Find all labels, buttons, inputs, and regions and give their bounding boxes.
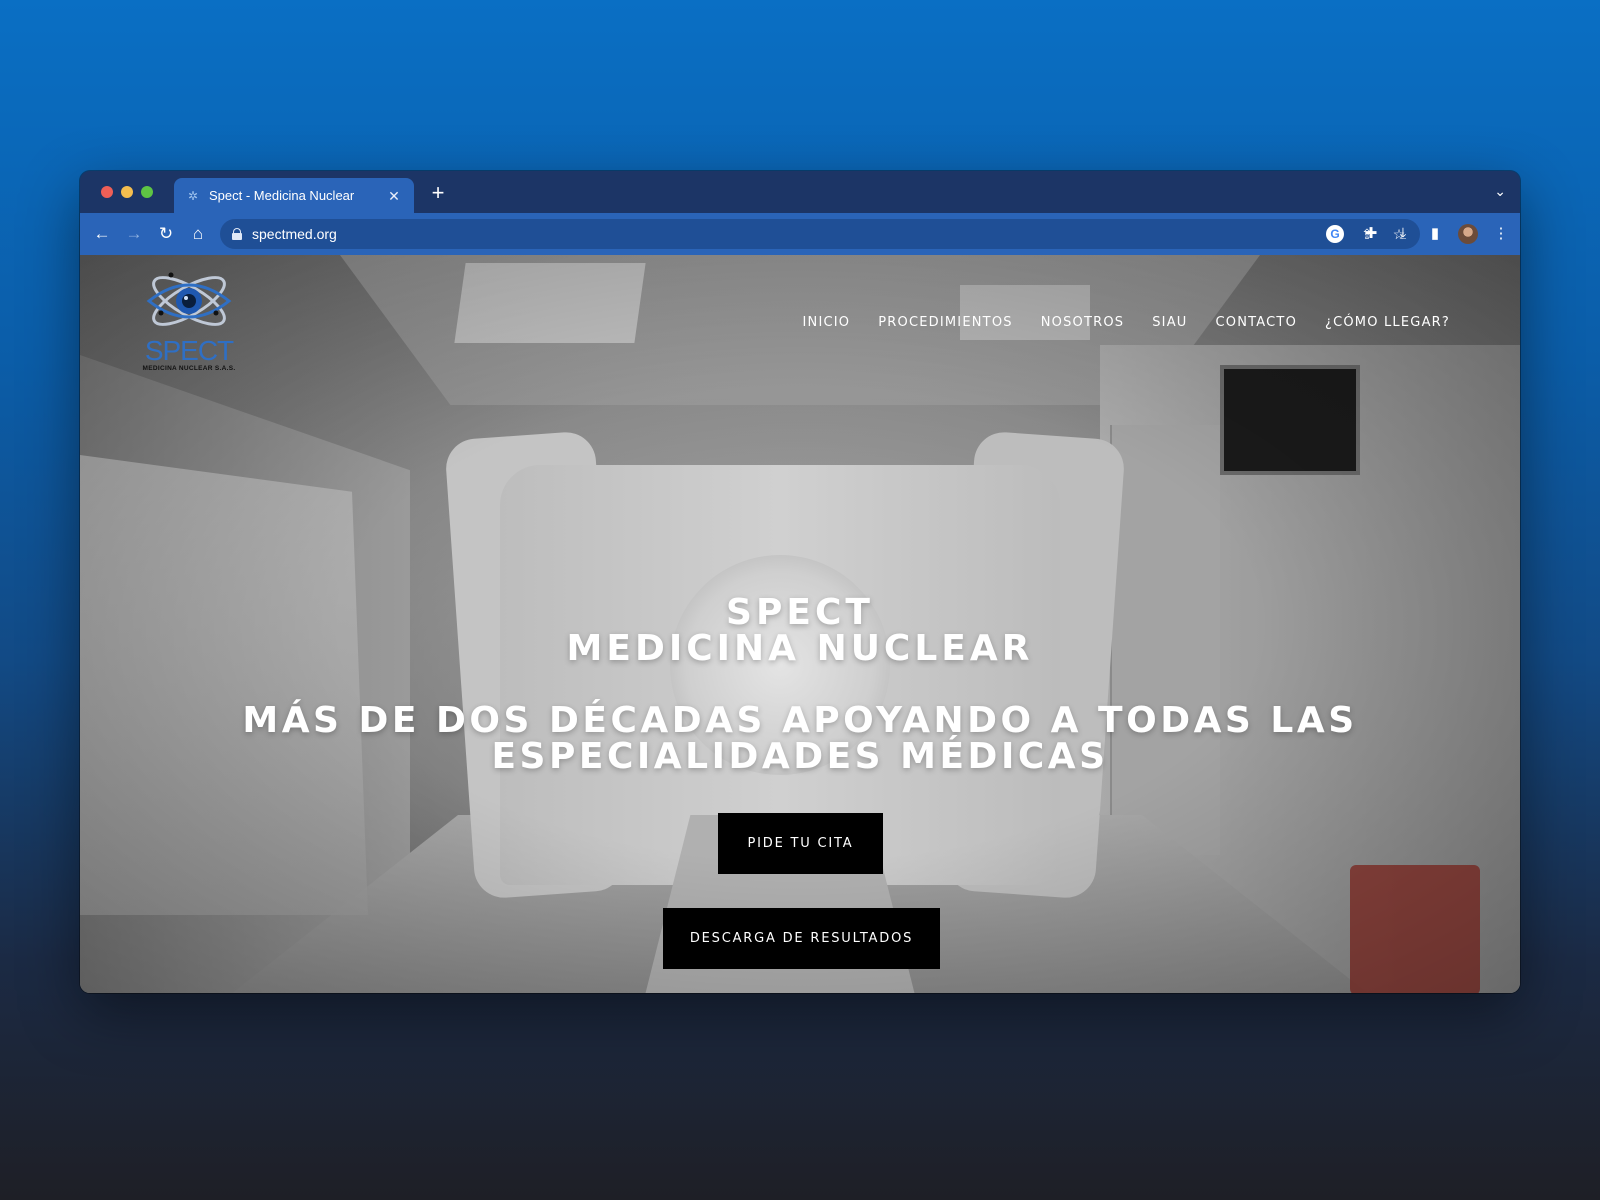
hero-subtitle: MÁS DE DOS DÉCADAS APOYANDO A TODAS LAS …: [80, 703, 1520, 775]
window-controls: [101, 186, 153, 198]
address-bar[interactable]: spectmed.org G ⇪ ☆: [220, 219, 1420, 249]
new-tab-button[interactable]: +: [426, 181, 450, 205]
minimize-window-button[interactable]: [121, 186, 133, 198]
logo-wordmark: SPECT: [144, 335, 234, 366]
close-window-button[interactable]: [101, 186, 113, 198]
browser-window: ✲ Spect - Medicina Nuclear ✕ + ⌄ ← → ↻ ⌂…: [80, 171, 1520, 993]
main-navigation: INICIO PROCEDIMIENTOS NOSOTROS SIAU CONT…: [803, 315, 1451, 330]
nav-item-contacto[interactable]: CONTACTO: [1216, 315, 1297, 330]
lock-icon[interactable]: [232, 228, 242, 240]
appointment-button[interactable]: PIDE TU CITA: [718, 813, 883, 874]
url-text[interactable]: spectmed.org: [252, 226, 337, 242]
download-icon[interactable]: ⤓: [1394, 222, 1412, 246]
google-icon[interactable]: G: [1326, 225, 1344, 243]
back-button[interactable]: ←: [90, 222, 114, 246]
browser-menu-icon[interactable]: ⋮: [1492, 222, 1510, 246]
hero-subtitle-line-2: ESPECIALIDADES MÉDICAS: [491, 736, 1109, 777]
spect-favicon-icon: ✲: [187, 188, 199, 203]
toolbar-actions: ✚ ⤓ ▮ ⋮: [1362, 222, 1510, 246]
logo-subtitle: MEDICINA NUCLEAR S.A.S.: [142, 365, 236, 372]
tab-strip: ✲ Spect - Medicina Nuclear ✕ + ⌄: [80, 171, 1520, 213]
home-button[interactable]: ⌂: [186, 222, 210, 246]
spect-logo[interactable]: SPECT MEDICINA NUCLEAR S.A.S.: [136, 269, 242, 377]
eye-atom-icon: [146, 272, 232, 326]
hero-title: SPECT MEDICINA NUCLEAR: [80, 595, 1520, 667]
nav-item-siau[interactable]: SIAU: [1152, 315, 1187, 330]
nav-item-inicio[interactable]: INICIO: [803, 315, 851, 330]
tab-close-icon[interactable]: ✕: [386, 188, 402, 204]
hero-title-line-1: SPECT: [726, 592, 874, 633]
nav-item-nosotros[interactable]: NOSOTROS: [1041, 315, 1125, 330]
extensions-puzzle-icon[interactable]: ✚: [1362, 222, 1380, 246]
profile-avatar[interactable]: [1458, 224, 1478, 244]
browser-toolbar: ← → ↻ ⌂ spectmed.org G ⇪ ☆ ✚ ⤓ ▮ ⋮: [80, 213, 1520, 255]
nav-item-procedimientos[interactable]: PROCEDIMIENTOS: [878, 315, 1012, 330]
hero-title-line-2: MEDICINA NUCLEAR: [566, 628, 1034, 669]
download-results-button[interactable]: DESCARGA DE RESULTADOS: [663, 908, 940, 969]
hero-subtitle-line-1: MÁS DE DOS DÉCADAS APOYANDO A TODAS LAS: [242, 700, 1358, 741]
reload-button[interactable]: ↻: [154, 222, 178, 246]
website-viewport: SPECT MEDICINA NUCLEAR S.A.S. INICIO PRO…: [80, 255, 1520, 993]
tab-spect[interactable]: ✲ Spect - Medicina Nuclear ✕: [174, 178, 414, 213]
maximize-window-button[interactable]: [141, 186, 153, 198]
nav-item-como-llegar[interactable]: ¿CÓMO LLEGAR?: [1325, 315, 1450, 330]
tab-search-chevron-icon[interactable]: ⌄: [1494, 183, 1506, 200]
tab-title: Spect - Medicina Nuclear: [209, 188, 355, 203]
side-panel-icon[interactable]: ▮: [1426, 222, 1444, 246]
forward-button[interactable]: →: [122, 222, 146, 246]
